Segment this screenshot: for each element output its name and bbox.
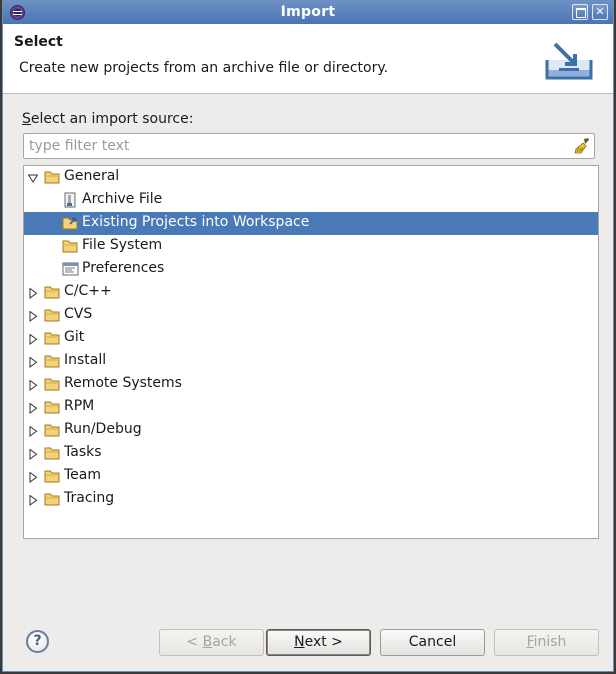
folder-icon [44,422,61,438]
existing-projects-icon [62,215,79,231]
folder-icon [44,468,61,484]
folder-icon [44,284,61,300]
window-title: Import [280,4,336,20]
tree-row-team[interactable]: Team [24,465,598,488]
folder-icon [44,399,61,415]
tree-item-label: Archive File [82,191,163,207]
tree-row-remote-systems[interactable]: Remote Systems [24,373,598,396]
folder-icon [44,376,61,392]
tree-item-label: File System [82,237,163,253]
close-button[interactable]: ✕ [592,4,608,20]
tree-item-label: Tasks [64,444,102,460]
tree-row-tasks[interactable]: Tasks [24,442,598,465]
import-wizard-icon [545,42,593,80]
tree-item-label: Git [64,329,85,345]
expand-arrow-icon[interactable] [28,333,38,345]
help-button[interactable]: ? [26,630,49,653]
folder-icon [44,330,61,346]
tree-item-label: RPM [64,398,95,414]
title-bar[interactable]: Import ✕ [3,1,613,24]
tree-item-label: Team [64,467,102,483]
tree-item-label: Preferences [82,260,165,276]
expand-arrow-icon[interactable] [28,402,38,414]
tree-row-existing-projects-into-workspace[interactable]: Existing Projects into Workspace [24,212,598,235]
tree-item-label: Install [64,352,107,368]
tree-item-label: CVS [64,306,93,322]
back-button[interactable]: < Back [159,629,264,656]
expand-arrow-icon[interactable] [28,448,38,460]
folder-icon [44,491,61,507]
expand-arrow-icon[interactable] [28,425,38,437]
tree-item-label: General [64,168,120,184]
collapse-arrow-icon[interactable] [27,172,39,183]
preferences-icon [62,261,79,277]
expand-arrow-icon[interactable] [28,379,38,391]
wizard-header: Select Create new projects from an archi… [3,24,613,94]
tree-row-c-c-[interactable]: C/C++ [24,281,598,304]
tree-row-file-system[interactable]: File System [24,235,598,258]
maximize-button[interactable] [572,4,588,20]
tree-row-rpm[interactable]: RPM [24,396,598,419]
clear-filter-icon[interactable] [573,137,591,155]
import-source-tree[interactable]: General Archive File Existing Projects int… [23,165,599,539]
import-source-label: Select an import source: [22,111,194,127]
tree-row-archive-file[interactable]: Archive File [24,189,598,212]
folder-icon [62,238,79,254]
tree-row-git[interactable]: Git [24,327,598,350]
tree-row-preferences[interactable]: Preferences [24,258,598,281]
cancel-button[interactable]: Cancel [380,629,485,656]
page-title: Select [14,34,63,50]
tree-row-install[interactable]: Install [24,350,598,373]
tree-item-label: Run/Debug [64,421,142,437]
tree-item-label: Existing Projects into Workspace [82,214,310,230]
tree-row-tracing[interactable]: Tracing [24,488,598,511]
import-dialog: Import ✕ Select Create new projects from… [2,0,614,672]
expand-arrow-icon[interactable] [28,494,38,506]
tree-item-label: Tracing [64,490,115,506]
folder-icon [44,169,61,185]
archive-file-icon [62,192,79,208]
filter-input[interactable] [27,136,567,156]
expand-arrow-icon[interactable] [28,356,38,368]
tree-row-cvs[interactable]: CVS [24,304,598,327]
expand-arrow-icon[interactable] [28,310,38,322]
expand-arrow-icon[interactable] [28,471,38,483]
tree-row-run-debug[interactable]: Run/Debug [24,419,598,442]
next-button[interactable]: Next > [266,629,371,656]
expand-arrow-icon[interactable] [28,287,38,299]
filter-field[interactable] [23,133,595,159]
tree-item-label: C/C++ [64,283,112,299]
page-description: Create new projects from an archive file… [19,60,389,76]
folder-icon [44,307,61,323]
folder-icon [44,445,61,461]
finish-button[interactable]: Finish [494,629,599,656]
tree-item-label: Remote Systems [64,375,182,391]
folder-icon [44,353,61,369]
tree-row-general[interactable]: General [24,166,598,189]
